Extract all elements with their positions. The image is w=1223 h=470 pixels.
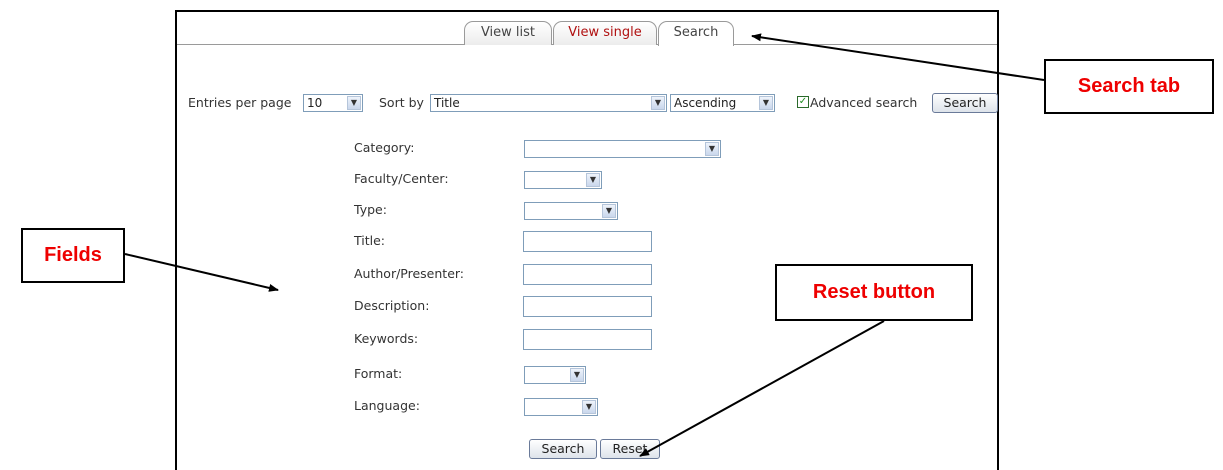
arrow-to-reset-button — [639, 320, 885, 457]
annotation-arrows — [124, 33, 1045, 457]
arrow-to-search-tab — [751, 33, 1045, 81]
arrow-to-fields — [124, 253, 279, 292]
